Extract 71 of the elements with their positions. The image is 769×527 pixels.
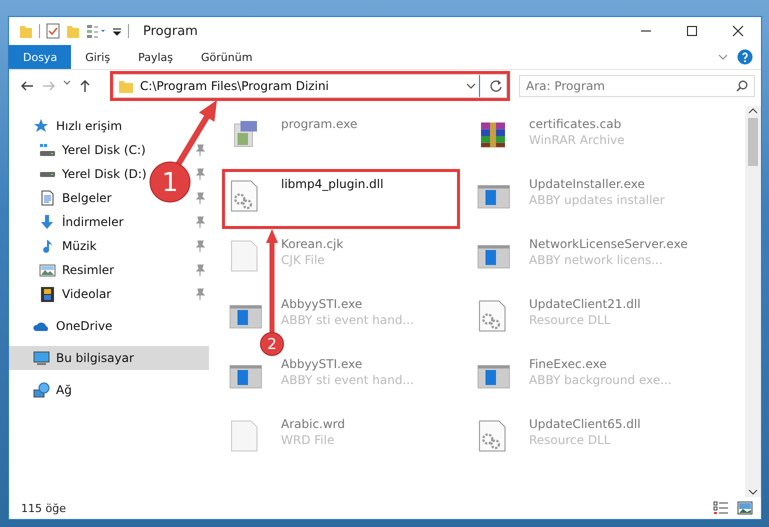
close-icon: [730, 23, 746, 39]
sidebar-item[interactable]: OneDrive: [33, 318, 112, 334]
sidebar-item[interactable]: Yerel Disk (D:): [39, 167, 147, 181]
sidebar-item[interactable]: Yerel Disk (C:): [39, 142, 146, 158]
file-type: WinRAR Archive: [529, 132, 625, 148]
item-count: 115 öğe: [21, 502, 66, 514]
file-name[interactable]: UpdateInstaller.exe: [529, 176, 665, 192]
properties-icon: [46, 23, 60, 39]
address-bar[interactable]: C:\Program Files\Program Dizini: [113, 74, 507, 98]
sidebar-item[interactable]: İndirmeler: [39, 214, 124, 230]
file-type: Resource DLL: [529, 432, 612, 448]
step-badge: 1: [150, 162, 190, 202]
ribbon-tab[interactable]: Görünüm: [187, 45, 266, 69]
layout-icon: [86, 23, 106, 39]
file-type: ABBY background exe...: [529, 372, 672, 388]
scroll-up-icon[interactable]: [748, 106, 758, 116]
refresh-icon[interactable]: [489, 79, 503, 93]
scroll-down-icon[interactable]: [748, 487, 758, 497]
star-icon: [33, 118, 50, 134]
picture-icon: [39, 262, 56, 278]
details-view-icon[interactable]: [713, 501, 729, 515]
download-icon: [39, 214, 56, 230]
sidebar-item[interactable]: Resimler: [39, 262, 114, 278]
sidebar-item[interactable]: Belgeler: [39, 190, 112, 206]
ribbon-tab[interactable]: Dosya: [9, 45, 72, 69]
folder-icon: [19, 23, 33, 39]
file-type: ABBY sti event hand...: [281, 312, 414, 328]
new-folder-icon: [66, 23, 80, 39]
drive-icon: [39, 142, 56, 158]
file-name[interactable]: Arabic.wrd: [281, 416, 346, 432]
file-type: CJK File: [281, 252, 326, 268]
step-badge: 2: [260, 332, 284, 356]
sidebar-item[interactable]: Ağ: [33, 382, 72, 398]
document-icon: [39, 190, 56, 206]
file-name[interactable]: libmp4_plugin.dll: [281, 176, 384, 192]
file-name[interactable]: UpdateClient65.dll: [529, 416, 641, 432]
window-title: Program: [143, 24, 198, 38]
minimize-icon: [641, 30, 651, 32]
sidebar-item[interactable]: Hızlı erişim: [33, 118, 122, 134]
ribbon-tab[interactable]: Paylaş: [124, 45, 187, 69]
ribbon-tab[interactable]: Giriş: [71, 45, 124, 69]
computer-icon: [33, 350, 50, 366]
file-name[interactable]: program.exe: [281, 116, 358, 132]
scrollbar-thumb[interactable]: [748, 118, 758, 166]
folder-icon: [118, 78, 134, 94]
file-name[interactable]: AbbyySTI.exe: [281, 296, 414, 312]
file-name[interactable]: AbbyySTI.exe: [281, 356, 414, 372]
help-icon[interactable]: [737, 49, 753, 65]
file-type: ABBY updates installer: [529, 192, 665, 208]
sidebar-item[interactable]: Müzik: [39, 238, 97, 254]
drive-icon: [39, 170, 56, 178]
search-field[interactable]: Ara: Program: [519, 75, 755, 97]
sidebar-item[interactable]: Bu bilgisayar: [33, 350, 134, 366]
file-type: Resource DLL: [529, 312, 612, 328]
file-type: ABBY sti event hand...: [281, 372, 414, 388]
file-name[interactable]: Korean.cjk: [281, 236, 344, 252]
large-icons-view-icon[interactable]: [737, 501, 753, 515]
file-name[interactable]: UpdateClient21.dll: [529, 296, 641, 312]
network-icon: [33, 382, 50, 398]
maximize-icon: [684, 23, 700, 39]
file-name[interactable]: certificates.cab: [529, 116, 625, 132]
file-name[interactable]: FineExec.exe: [529, 356, 672, 372]
file-type: ABBY network licens...: [529, 252, 664, 268]
file-name[interactable]: NetworkLicenseServer.exe: [529, 236, 688, 252]
file-type: WRD File: [281, 432, 336, 448]
sidebar-item[interactable]: Videolar: [39, 286, 112, 302]
music-note-icon: [42, 238, 52, 254]
search-icon: [736, 80, 748, 92]
film-icon: [39, 286, 56, 302]
dropdown-icon[interactable]: [466, 81, 476, 91]
address-path: C:\Program Files\Program Dizini: [140, 79, 330, 93]
